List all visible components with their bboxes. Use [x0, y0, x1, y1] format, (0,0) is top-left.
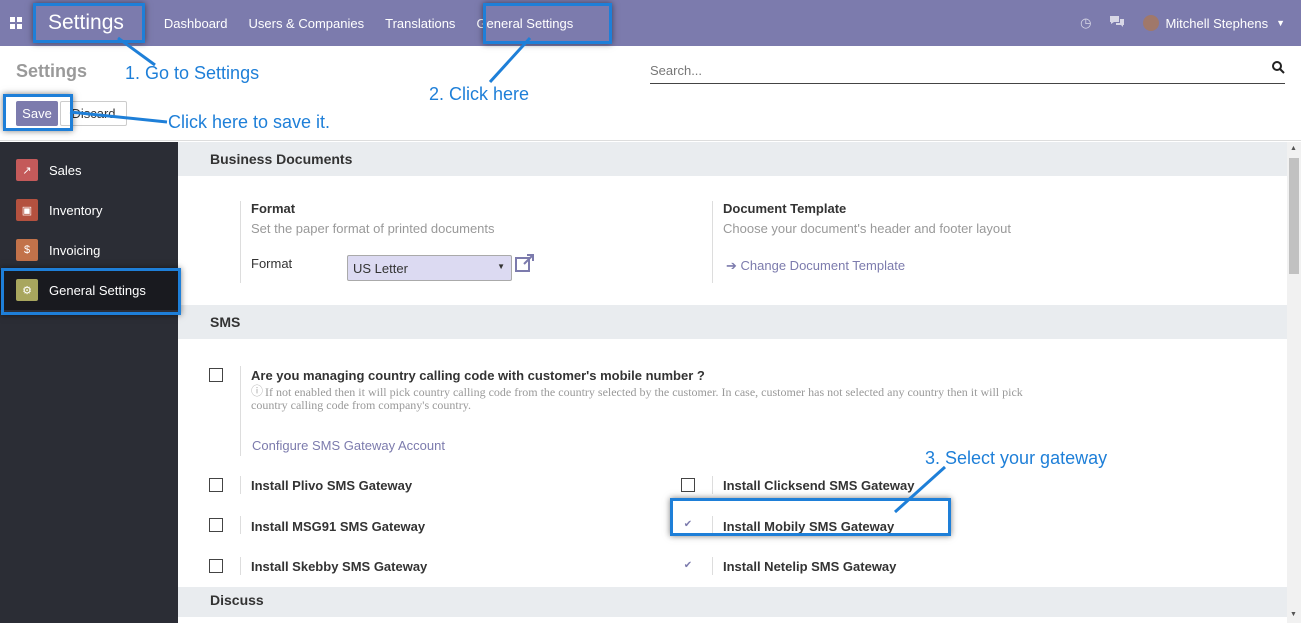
- sidebar-item-inventory[interactable]: ▣ Inventory: [0, 190, 178, 230]
- divider: [240, 476, 241, 494]
- divider: [240, 557, 241, 575]
- chevron-down-icon: ▼: [497, 262, 505, 271]
- sidebar-item-label: Invoicing: [49, 242, 101, 258]
- business-documents-body: Format Set the paper format of printed d…: [178, 176, 1287, 305]
- change-template-link[interactable]: ➔ Change Document Template: [726, 258, 905, 274]
- clicksend-label: Install Clicksend SMS Gateway: [723, 478, 915, 493]
- apps-menu-icon[interactable]: [0, 0, 32, 46]
- scroll-down-icon[interactable]: ▼: [1290, 611, 1297, 618]
- skebby-checkbox[interactable]: [209, 559, 223, 573]
- divider: [712, 557, 713, 575]
- format-heading: Format: [251, 201, 296, 216]
- avatar: [1143, 15, 1160, 31]
- search-placeholder: Search...: [650, 63, 703, 78]
- change-template-label: Change Document Template: [740, 258, 906, 273]
- skebby-label: Install Skebby SMS Gateway: [251, 559, 428, 574]
- sms-body: Are you managing country calling code wi…: [178, 339, 1287, 587]
- divider: [240, 366, 241, 456]
- annotation-box-settings: [33, 3, 145, 43]
- template-heading: Document Template: [723, 201, 847, 216]
- annotation-box-save: [3, 94, 73, 131]
- clicksend-checkbox[interactable]: [681, 478, 695, 492]
- top-navbar: Settings Dashboard Users & Companies Tra…: [0, 0, 1301, 46]
- chat-icon[interactable]: [1109, 15, 1125, 31]
- country-code-checkbox[interactable]: [209, 368, 223, 382]
- format-label: Format: [251, 256, 293, 271]
- sidebar-item-sales[interactable]: ↗ Sales: [0, 150, 178, 190]
- msg91-label: Install MSG91 SMS Gateway: [251, 519, 426, 534]
- annotation-box-sidebar-general-settings: [1, 268, 181, 315]
- external-link-icon[interactable]: [515, 254, 535, 277]
- annotation-save-note: Click here to save it.: [168, 112, 331, 132]
- page-title: Settings: [16, 61, 88, 81]
- annotation-step2: 2. Click here: [429, 84, 530, 104]
- section-sms: SMS: [178, 305, 1287, 339]
- menu-translations[interactable]: Translations: [385, 16, 455, 31]
- annotation-box-general-settings: [483, 3, 612, 44]
- country-code-label: Are you managing country calling code wi…: [251, 368, 705, 383]
- plivo-checkbox[interactable]: [209, 478, 223, 492]
- format-select-value: US Letter: [353, 261, 408, 276]
- search-input[interactable]: Search...: [650, 60, 1285, 84]
- menu-dashboard[interactable]: Dashboard: [164, 16, 228, 31]
- configure-sms-gateway-link[interactable]: Configure SMS Gateway Account: [252, 438, 445, 453]
- country-code-help-cont: country calling code from company's coun…: [251, 398, 471, 412]
- sidebar-item-label: Sales: [49, 162, 82, 178]
- msg91-checkbox[interactable]: [209, 518, 223, 532]
- divider: [712, 476, 713, 494]
- sales-icon: ↗: [16, 159, 38, 181]
- netelip-label: Install Netelip SMS Gateway: [723, 559, 897, 574]
- section-business-documents: Business Documents: [178, 142, 1287, 176]
- document-template-setting: Document Template Choose your document's…: [712, 201, 1212, 283]
- format-setting: Format Set the paper format of printed d…: [240, 201, 700, 283]
- format-select[interactable]: US Letter ▼: [347, 255, 512, 281]
- divider: [240, 516, 241, 534]
- content-scrollbar[interactable]: ▲ ▼: [1287, 142, 1301, 623]
- arrow-right-icon: ➔: [726, 258, 737, 273]
- annotation-box-mobily: [670, 498, 951, 536]
- settings-content: Business Documents Format Set the paper …: [178, 142, 1287, 623]
- annotation-step3: 3. Select your gateway: [925, 448, 1108, 468]
- format-description: Set the paper format of printed document…: [251, 221, 495, 236]
- annotation-step1: 1. Go to Settings: [125, 63, 260, 83]
- info-icon: ⓘ: [251, 384, 264, 398]
- invoicing-icon: $: [16, 239, 38, 261]
- settings-sidebar: ↗ Sales ▣ Inventory $ Invoicing ⚙ Genera…: [0, 142, 178, 623]
- plivo-label: Install Plivo SMS Gateway: [251, 478, 413, 493]
- scrollbar-thumb[interactable]: [1289, 158, 1299, 274]
- template-description: Choose your document's header and footer…: [723, 221, 1011, 236]
- user-name: Mitchell Stephens: [1165, 15, 1269, 31]
- sidebar-item-label: Inventory: [49, 202, 103, 218]
- clock-icon[interactable]: ◷: [1080, 15, 1091, 31]
- chevron-down-icon: ▼: [1276, 18, 1285, 28]
- inventory-icon: ▣: [16, 199, 38, 221]
- section-discuss: Discuss: [178, 587, 1287, 617]
- netelip-checkbox[interactable]: ✔: [681, 559, 695, 573]
- scroll-up-icon[interactable]: ▲: [1290, 145, 1297, 152]
- user-menu[interactable]: Mitchell Stephens ▼: [1143, 15, 1285, 31]
- menu-users-companies[interactable]: Users & Companies: [249, 16, 365, 31]
- sidebar-item-invoicing[interactable]: $ Invoicing: [0, 230, 178, 270]
- search-icon[interactable]: [1272, 61, 1285, 77]
